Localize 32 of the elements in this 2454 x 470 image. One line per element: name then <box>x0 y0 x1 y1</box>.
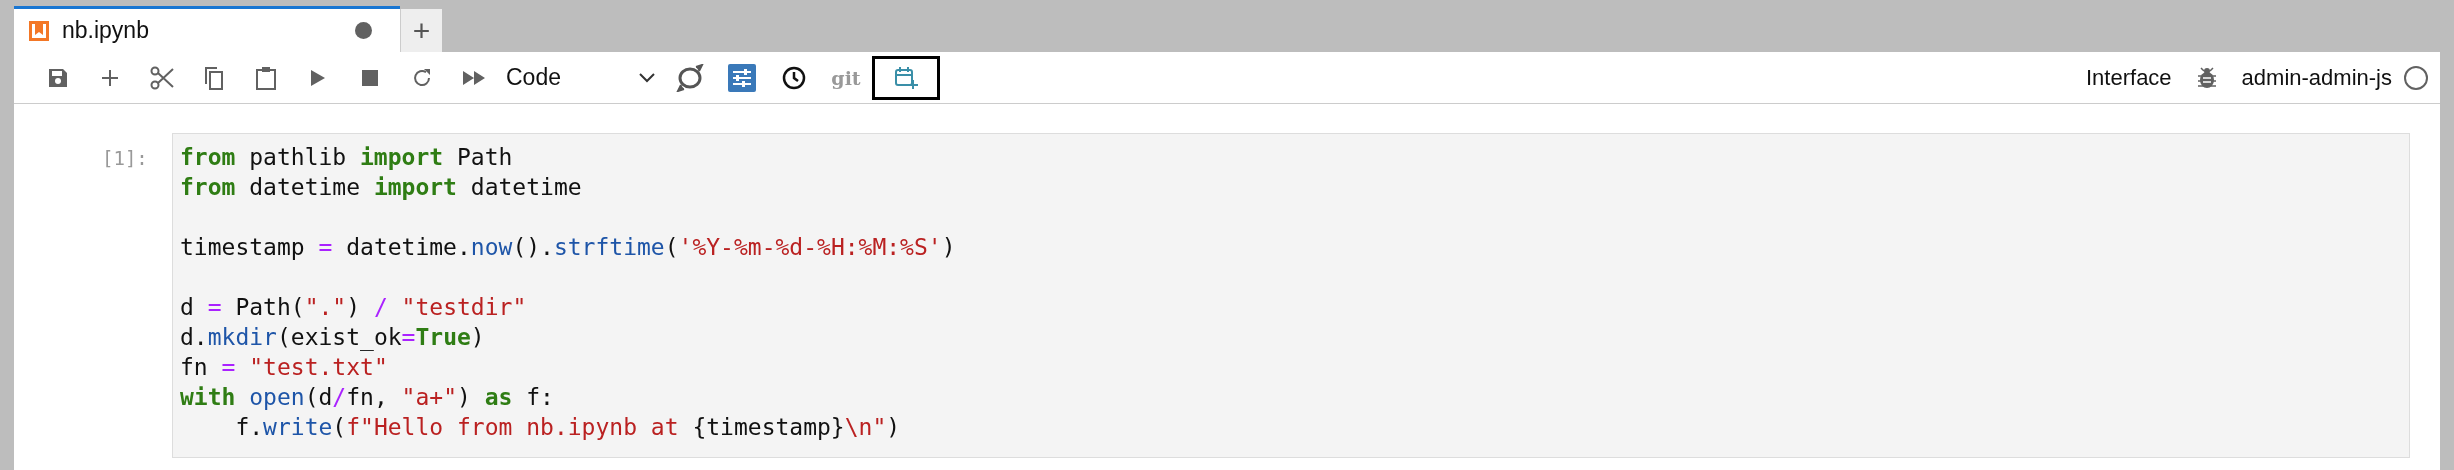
fast-forward-icon <box>463 70 485 85</box>
code-line: with open(d/fn, "a+") as f: <box>180 383 554 412</box>
clock-icon <box>782 65 806 90</box>
save-icon <box>48 67 68 88</box>
tab-title: nb.ipynb <box>62 17 150 44</box>
code-line: from datetime import datetime <box>180 173 582 202</box>
plus-icon <box>101 68 119 87</box>
kernel-name[interactable]: admin-admin-js <box>2241 64 2392 91</box>
code-line: d.mkdir(exist_ok=True) <box>180 323 485 352</box>
notebook-icon <box>28 19 50 42</box>
cell-prompt: [1]: <box>102 147 149 169</box>
code-line: timestamp = datetime.now().strftime('%Y-%m-%d-%H:%M:%S') <box>180 233 956 262</box>
cell-type-dropdown[interactable]: Code <box>500 57 664 98</box>
stop-icon <box>362 69 378 86</box>
caret-icon <box>638 71 656 84</box>
new-tab-button[interactable]: + <box>400 9 442 52</box>
calendar-plus-icon <box>894 65 918 90</box>
code-line: from pathlib import Path <box>180 143 513 172</box>
code-line: fn = "test.txt" <box>180 353 388 382</box>
scissors-icon <box>150 65 174 90</box>
interface-label: Interface <box>2086 64 2172 91</box>
clipboard-icon <box>256 65 276 90</box>
bug-icon[interactable] <box>2197 66 2216 89</box>
refresh-icon <box>412 67 432 88</box>
play-icon <box>311 69 325 86</box>
copy-icon <box>204 65 224 90</box>
notebook-tab[interactable]: nb.ipynb <box>14 6 400 52</box>
code-line: d = Path(".") / "testdir" <box>180 293 527 322</box>
calendar-button[interactable] <box>872 55 940 100</box>
sliders-icon <box>728 63 756 92</box>
code-line: f.write(f"Hello from nb.ipynb at {timestamp}\n") <box>234 413 901 442</box>
swirl-icon <box>676 63 704 92</box>
